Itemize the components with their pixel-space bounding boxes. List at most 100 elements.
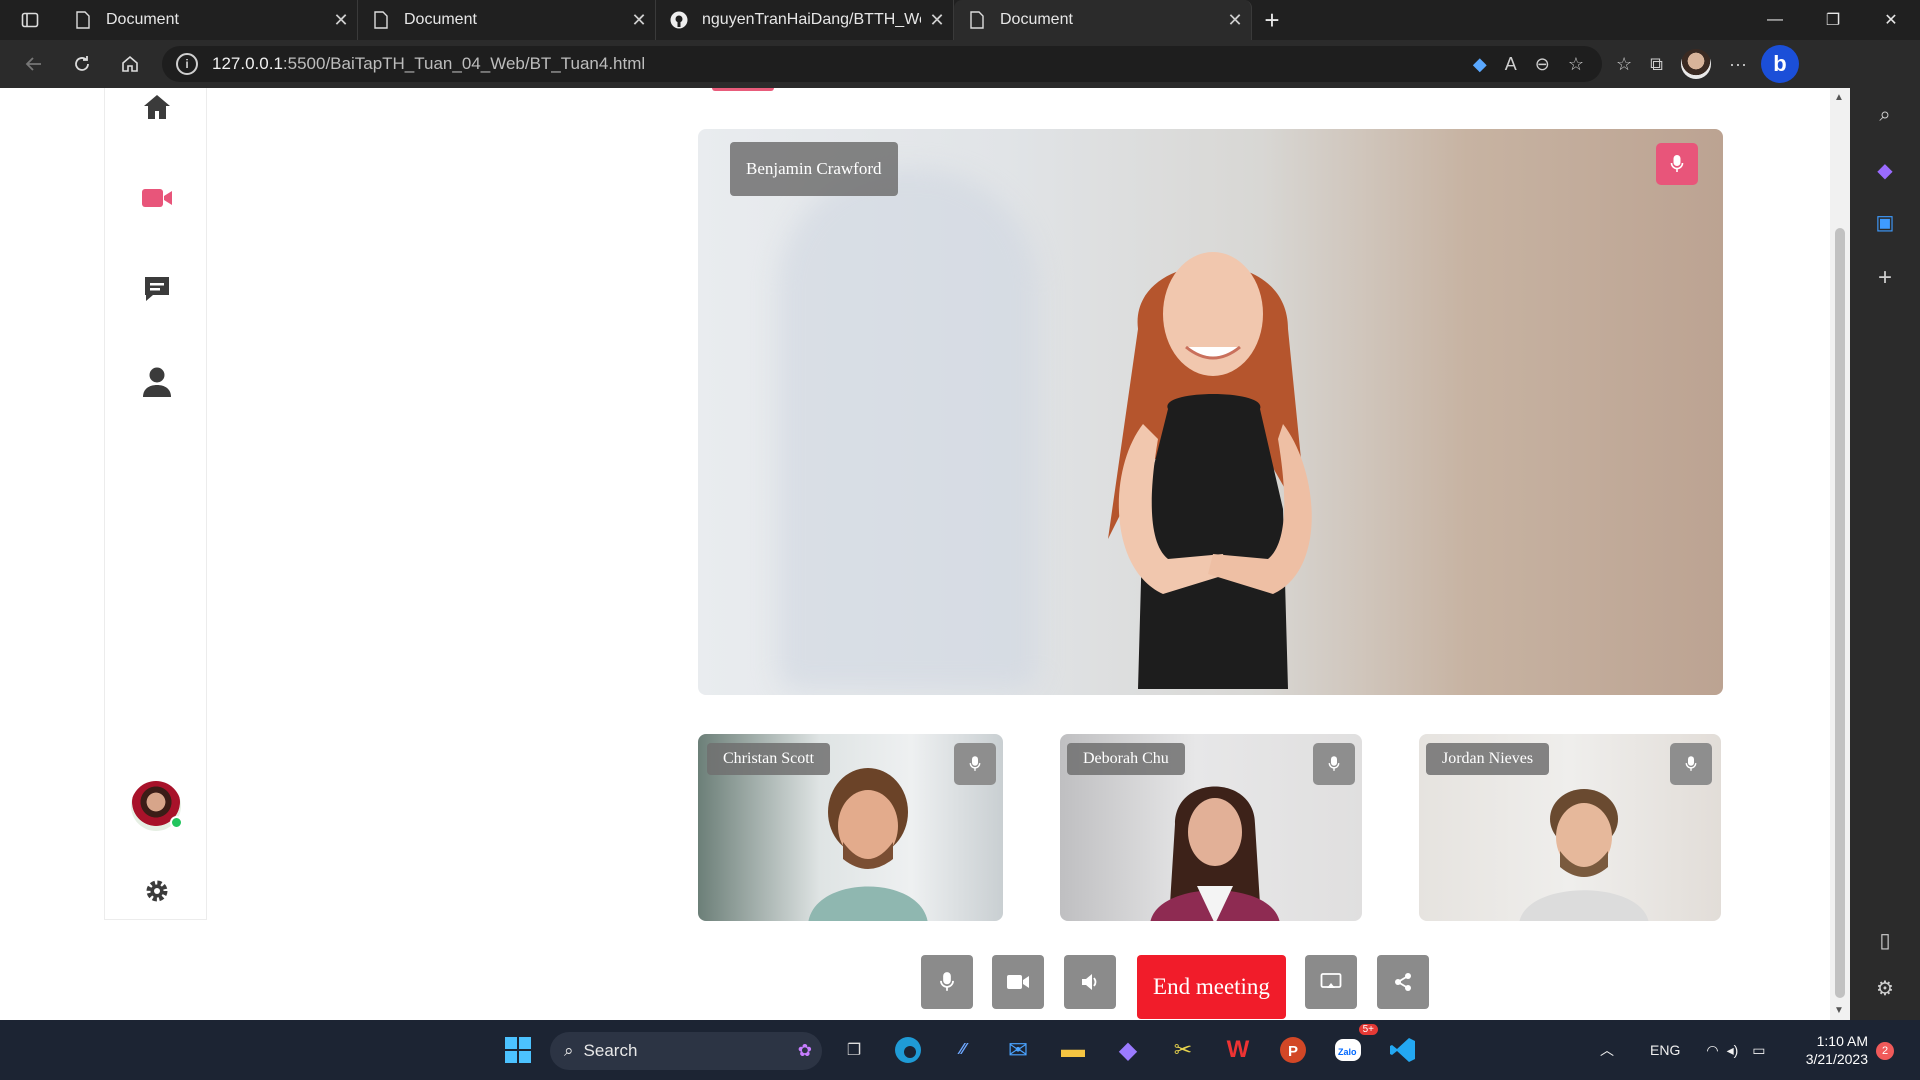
read-aloud-icon[interactable]: A [1505,54,1517,75]
file-explorer-icon[interactable]: ▬ [1053,1030,1093,1070]
system-tray: ︿ ENG ◠ ◂) ▭ [1600,1020,1766,1080]
svg-text:Zalo: Zalo [1338,1047,1357,1057]
sidebar-panel-icon[interactable]: ▯ [1850,928,1920,953]
windows-logo-icon [505,1037,531,1063]
top-accent-strip [712,88,774,91]
taskbar-search[interactable]: ⌕ Search ✿ [550,1032,822,1070]
microphone-icon [1328,756,1340,771]
speaker-toggle-button[interactable] [1064,955,1116,1009]
site-info-icon[interactable]: i [176,53,198,75]
tab-1[interactable]: Document ✕ [60,0,358,40]
sidebar [104,88,207,920]
zalo-icon[interactable]: Zalo 5+ [1328,1024,1378,1070]
notification-badge[interactable]: 2 [1876,1042,1894,1060]
collections-icon[interactable]: ⧉ [1650,54,1663,75]
close-tab-icon[interactable]: ✕ [921,10,953,31]
video-camera-icon [1007,975,1029,989]
scroll-up-arrow-icon[interactable]: ▲ [1834,92,1844,103]
search-icon[interactable]: ⌕ [1850,104,1920,127]
microphone-icon [969,756,981,771]
tab-actions-button[interactable] [0,0,60,40]
mic-toggle-button[interactable] [921,955,973,1009]
more-menu-icon[interactable]: ··· [1729,54,1747,75]
chevron-up-icon[interactable]: ︿ [1600,1040,1614,1060]
dev-app-icon[interactable]: ⁄⁄ [943,1030,983,1070]
user-avatar[interactable] [131,781,183,831]
video-icon [141,189,172,207]
speaker-mic-button[interactable] [1656,143,1698,185]
camera-toggle-button[interactable] [992,955,1044,1009]
task-view-icon[interactable]: ❐ [834,1030,874,1070]
participant-figure [1519,789,1649,921]
start-button[interactable] [498,1030,538,1070]
speaker-name-tag: Benjamin Crawford [730,142,898,196]
profile-avatar[interactable] [1681,49,1711,79]
document-icon [372,11,390,29]
background-blur [778,169,1038,689]
copilot-taskbar-icon[interactable]: ◆ [1108,1030,1148,1070]
participant-name: Deborah Chu [1067,743,1185,775]
add-favorite-icon[interactable]: ☆ [1568,54,1584,75]
tab-2[interactable]: Document ✕ [358,0,656,40]
close-tab-icon[interactable]: ✕ [623,10,655,31]
page-scrollbar[interactable]: ▲ ▼ [1830,88,1850,1020]
volume-tray-icon[interactable]: ◂) [1727,1042,1739,1059]
minimize-button[interactable]: — [1746,0,1804,40]
wps-office-icon[interactable]: W [1218,1030,1258,1070]
microphone-icon [940,972,954,991]
scroll-down-arrow-icon[interactable]: ▼ [1834,1005,1844,1016]
outlook-icon[interactable]: ▣ [1850,210,1920,235]
sidebar-item-profile[interactable] [105,366,208,398]
search-label: Search [583,1041,638,1060]
new-tab-button[interactable]: + [1252,0,1292,40]
screen-share-button[interactable] [1305,955,1357,1009]
powerpoint-icon[interactable]: P [1273,1030,1313,1070]
language-indicator[interactable]: ENG [1650,1042,1680,1058]
online-status-dot [170,816,183,829]
bing-copilot-icon[interactable]: b [1760,45,1799,83]
windows-taskbar: ⌕ Search ✿ ❐ ⁄⁄ ✉ ▬ ◆ ✂ W P Zalo 5+ ︿ EN… [0,1020,1920,1080]
snip-tool-icon[interactable]: ✂ [1163,1030,1203,1070]
share-button[interactable] [1377,955,1429,1009]
home-button[interactable] [106,40,154,88]
participant-tile: Deborah Chu [1060,734,1362,921]
participant-mic-button[interactable] [954,743,996,785]
sidebar-item-video[interactable] [105,186,208,210]
zoom-icon[interactable]: ⊖ [1535,54,1550,75]
close-window-button[interactable]: ✕ [1862,0,1920,40]
back-arrow-icon [25,57,41,71]
end-meeting-button[interactable]: End meeting [1137,955,1286,1019]
refresh-button[interactable] [58,40,106,88]
restore-button[interactable]: ❐ [1804,0,1862,40]
home-outline-icon [122,55,138,72]
date: 3/21/2023 [1805,1051,1868,1067]
wifi-icon[interactable]: ◠ [1706,1042,1718,1059]
close-tab-icon[interactable]: ✕ [1219,10,1251,31]
url-field[interactable]: i 127.0.0.1 :5500/BaiTapTH_Tuan_04_Web/B… [162,46,1602,82]
copilot-icon[interactable]: ◆ [1850,158,1920,183]
settings-icon[interactable]: ⚙ [1850,976,1920,1001]
edge-browser-icon[interactable] [888,1030,928,1070]
tab-4-active[interactable]: Document ✕ [954,0,1252,40]
participant-mic-button[interactable] [1670,743,1712,785]
coupon-tag-icon[interactable]: ◆ [1473,54,1487,75]
close-tab-icon[interactable]: ✕ [325,10,357,31]
tab-bar: Document ✕ Document ✕ nguyenTranHaiDang/… [0,0,1920,40]
sidebar-item-settings[interactable] [105,878,208,904]
tab-3[interactable]: nguyenTranHaiDang/BTTH_Web ✕ [656,0,954,40]
svg-text:P: P [1288,1043,1298,1060]
vscode-icon[interactable] [1383,1030,1423,1070]
favorites-icon[interactable]: ☆ [1616,54,1632,75]
battery-icon[interactable]: ▭ [1752,1042,1765,1059]
mail-icon[interactable]: ✉ [998,1030,1038,1070]
clock[interactable]: 1:10 AM 3/21/2023 [1788,1032,1868,1068]
add-sidebar-icon[interactable]: + [1850,264,1920,292]
participant-mic-button[interactable] [1313,743,1355,785]
back-button[interactable] [10,40,58,88]
sidebar-item-chat[interactable] [105,274,208,304]
url-path: :5500/BaiTapTH_Tuan_04_Web/BT_Tuan4.html [282,54,646,73]
refresh-icon [75,56,89,71]
scroll-thumb[interactable] [1835,228,1845,998]
sidebar-item-home[interactable] [105,92,208,122]
microphone-icon [1685,756,1697,771]
